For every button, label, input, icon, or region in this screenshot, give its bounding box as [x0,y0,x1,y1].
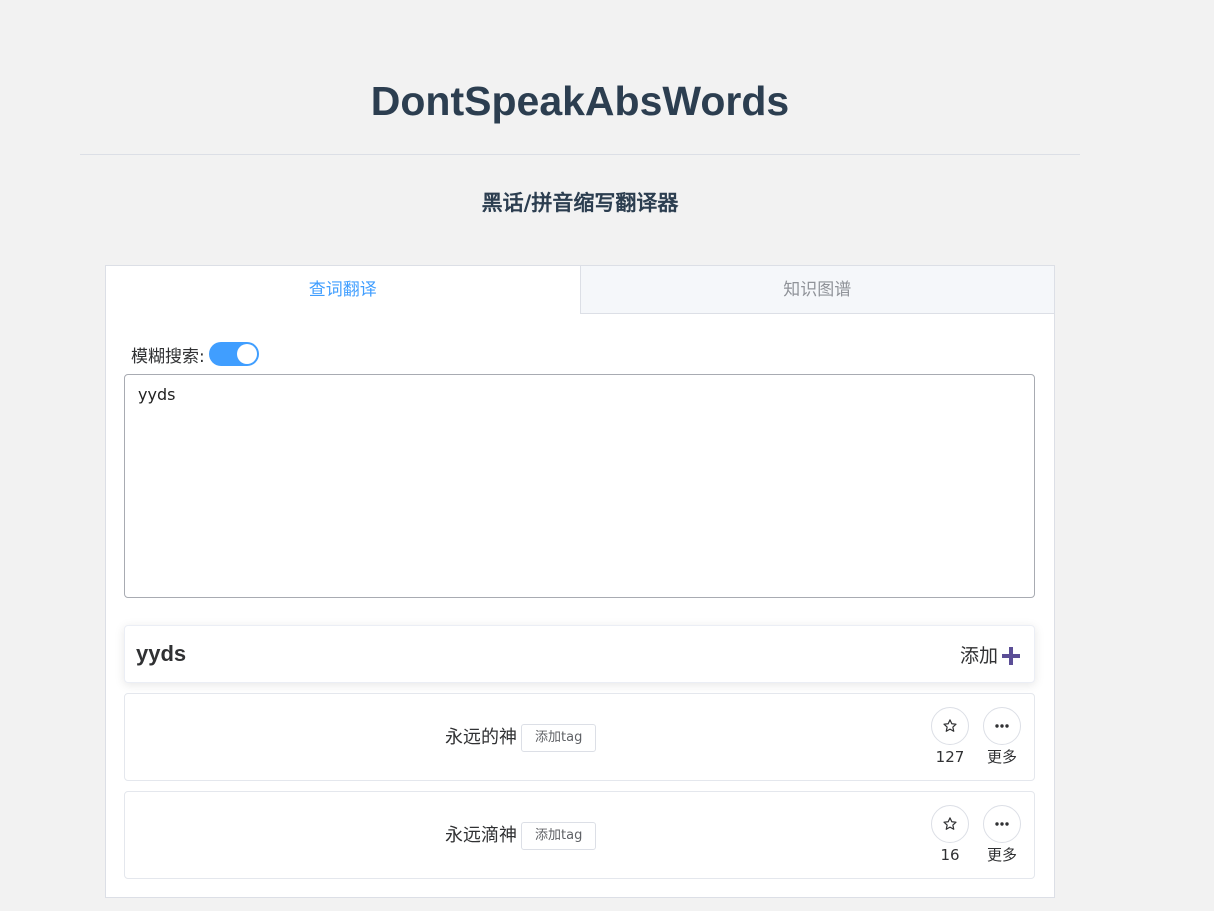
more-label: 更多 [986,846,1017,864]
add-meaning-button[interactable]: 添加 [960,643,1022,669]
toggle-knob [236,344,257,364]
meaning-card: 永远的神 添加tag 127 更多 [124,693,1035,781]
add-tag-button[interactable]: 添加tag [521,822,597,850]
tab-lookup[interactable]: 查词翻译 [106,266,581,314]
like-action: 16 [930,805,970,865]
site-title: DontSpeakAbsWords [370,78,790,124]
main-card: 查词翻译 知识图谱 模糊搜索: yyds 添加 永远的神 添加tag [105,265,1055,898]
meaning-content: 永远滴神 添加tag [445,820,597,852]
like-button[interactable] [931,707,969,745]
meaning-content: 永远的神 添加tag [445,722,597,754]
fuzzy-search-row: 模糊搜索: [131,341,259,367]
more-dots-icon [995,724,1009,728]
meaning-text: 永远滴神 [445,825,517,846]
fuzzy-search-toggle[interactable] [208,342,259,366]
fuzzy-search-label: 模糊搜索: [131,346,205,367]
more-button[interactable] [983,707,1021,745]
like-button[interactable] [931,805,969,843]
result-word-header: yyds 添加 [124,625,1035,683]
more-action: 更多 [982,707,1022,767]
more-action: 更多 [982,805,1022,865]
search-input[interactable] [124,374,1035,598]
star-icon [943,817,957,830]
like-count: 16 [940,846,960,864]
meaning-text: 永远的神 [445,727,517,748]
add-tag-button[interactable]: 添加tag [521,724,597,752]
header-divider [80,154,1080,155]
page-subtitle: 黑话/拼音缩写翻译器 [481,191,679,215]
more-dots-icon [995,822,1009,826]
star-icon [943,719,957,732]
tab-bar: 查词翻译 知识图谱 [106,266,1054,314]
more-label: 更多 [986,748,1017,766]
add-label: 添加 [959,645,998,667]
tab-knowledge-graph[interactable]: 知识图谱 [580,266,1054,314]
meaning-card: 永远滴神 添加tag 16 更多 [124,791,1035,879]
result-word: yyds [136,641,187,666]
plus-icon [1002,647,1020,665]
more-button[interactable] [983,805,1021,843]
like-count: 127 [935,748,965,766]
like-action: 127 [930,707,970,767]
